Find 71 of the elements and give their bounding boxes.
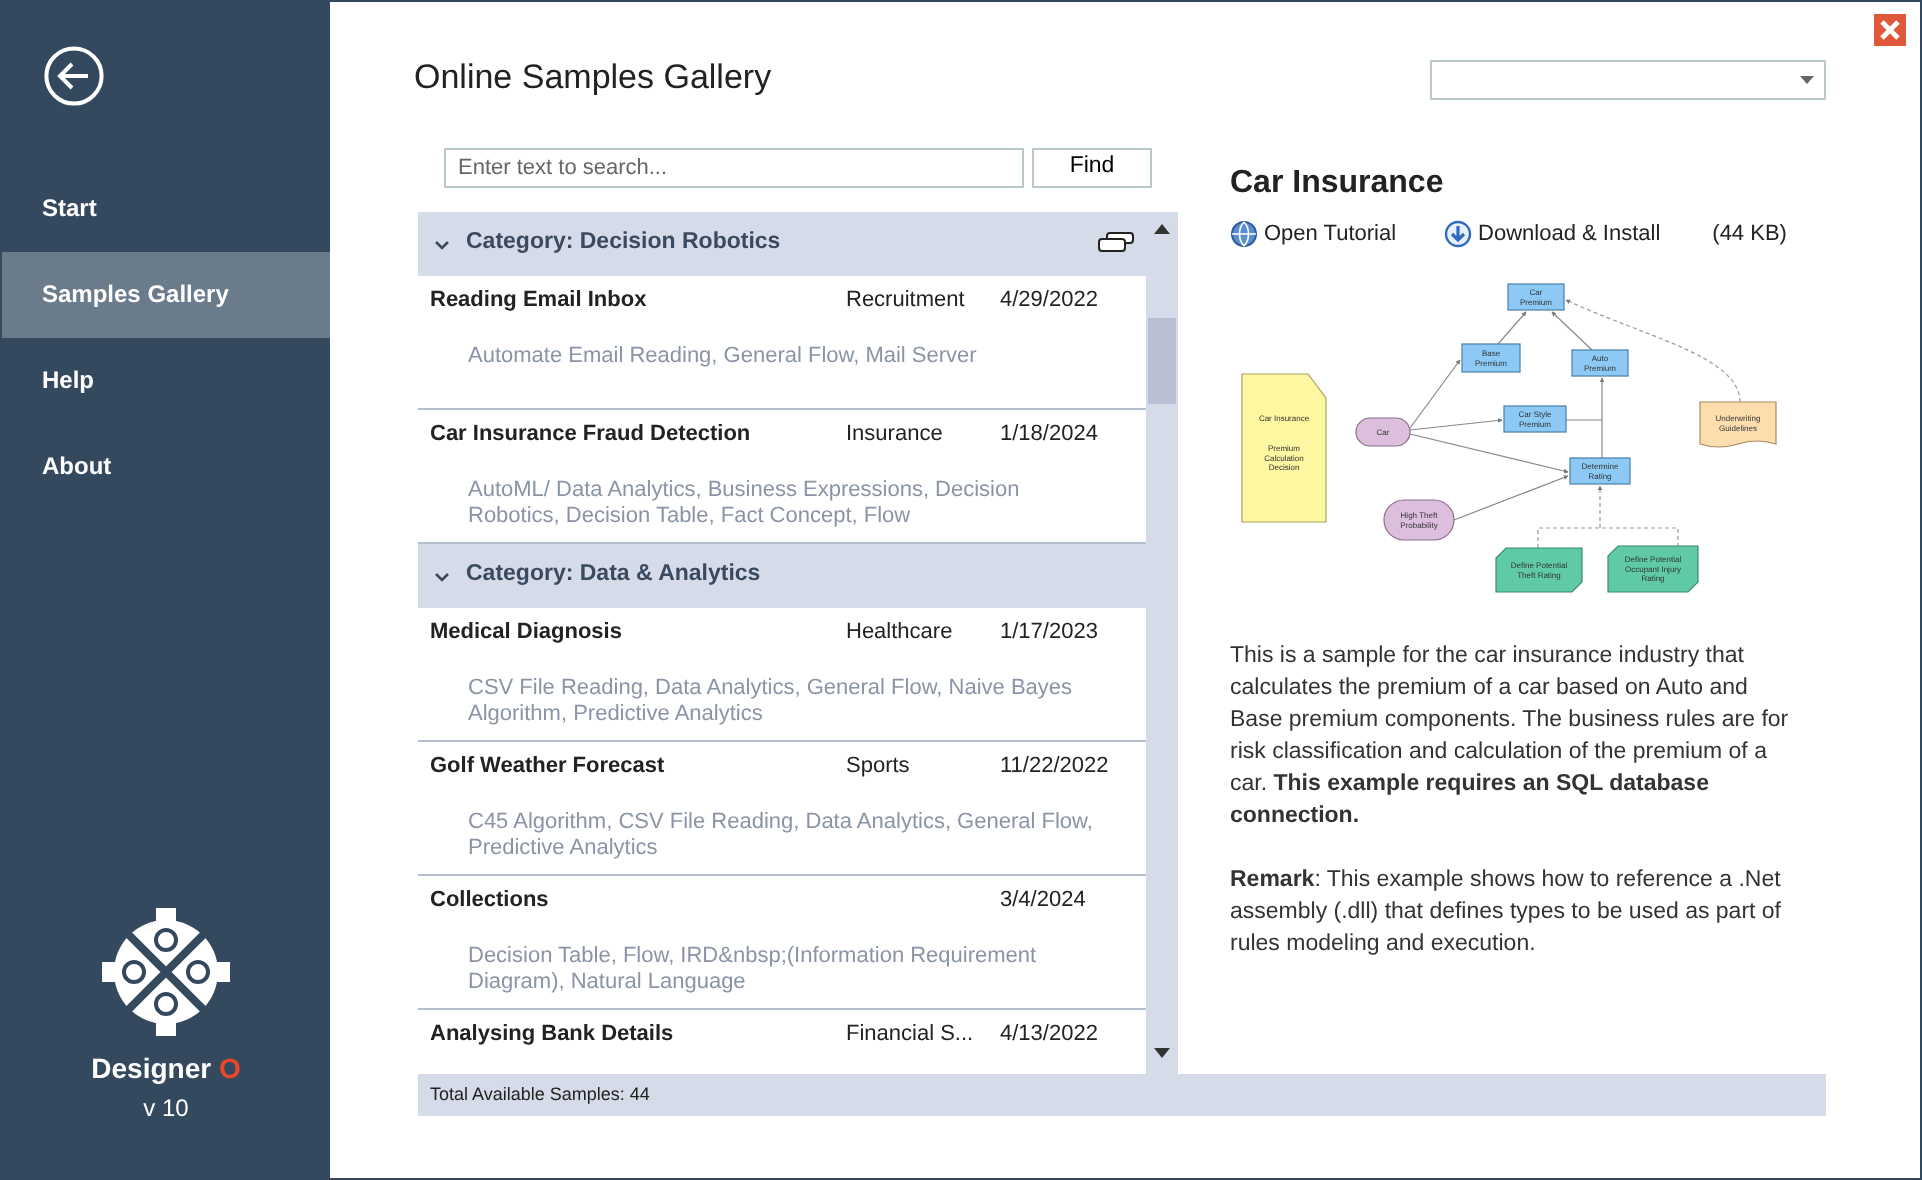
diagram-node — [1355, 416, 1411, 446]
dropdown-field[interactable] — [1430, 60, 1826, 100]
diagram-node — [1495, 546, 1583, 592]
diagram-node — [1571, 348, 1629, 376]
sample-name: Collections — [430, 886, 551, 916]
sample-row[interactable]: Medical Diagnosis Healthcare 1/17/2023 CSV File Reading, Data Analytics, General Flow, Naive Bayes Algorithm, Predictive Analytics — [418, 608, 1146, 742]
sample-industry: Recruitment — [846, 286, 967, 316]
link[interactable]: Open Tutorial — [1230, 218, 1397, 252]
sample-date: 4/29/2022 — [1000, 286, 1098, 316]
close-icon — [1880, 20, 1900, 40]
status-bar: Total Available Samples: 44 — [418, 1074, 1826, 1116]
link[interactable]: Download & Install — [1444, 218, 1661, 252]
sample-industry: Sports — [846, 752, 912, 782]
dashed-connector-line — [1537, 484, 1679, 548]
product-name: Designer O — [91, 1050, 241, 1088]
sample-tags: CSV File Reading, Data Analytics, General Flow, Naive Bayes Algorithm, Predictive Analytics — [468, 675, 1094, 727]
sample-tags: AutoML/ Data Analytics, Business Expressions, Decision Robotics, Decision Table, Fact Concept, Flow — [468, 477, 1094, 529]
sample-name: Golf Weather Forecast — [430, 752, 667, 782]
remark-text: Remark: This example shows how to reference a .Net assembly (.dll) that defines types to be used as part of rules modeling and execution. — [1230, 865, 1784, 960]
page-title: Online Samples Gallery — [414, 58, 772, 99]
connector-line — [1497, 310, 1527, 344]
connector-line — [1551, 310, 1593, 350]
sample-title: Car Insurance — [1230, 164, 1446, 203]
diagram-node — [1507, 282, 1565, 310]
sample-name: Reading Email Inbox — [430, 286, 649, 316]
collapse-all-icon[interactable] — [1098, 232, 1134, 252]
globe-icon — [1230, 220, 1258, 249]
find-button[interactable]: Find — [1032, 148, 1152, 188]
diagram-node — [1699, 400, 1777, 447]
sample-row[interactable]: Golf Weather Forecast Sports 11/22/2022 C45 Algorithm, CSV File Reading, Data Analytics, General Flow, Predictive Analytics — [418, 742, 1146, 876]
sample-date: 1/17/2023 — [1000, 618, 1098, 648]
sample-industry: Insurance — [846, 420, 945, 450]
sample-tags: Decision Table, Flow, IRD&nbsp;(Information Requirement Diagram), Natural Language — [468, 943, 1094, 995]
sidebar-item[interactable]: About — [2, 424, 330, 510]
diagram-node — [1569, 456, 1631, 484]
sidebar-item[interactable]: Help — [2, 338, 330, 424]
scroll-up-arrow-icon[interactable] — [1154, 224, 1170, 234]
diagram-node — [1461, 342, 1521, 372]
sample-row[interactable]: Car Insurance Fraud Detection Insurance 1/18/2024 AutoML/ Data Analytics, Business Expressions, Decision Robotics, Decision Table, Fact Concept, Flow — [418, 410, 1146, 544]
sample-tags: Automate Email Reading, General Flow, Mail Server — [468, 343, 1094, 369]
sample-date: 11/22/2022 — [1000, 752, 1109, 782]
version-label: v 10 — [143, 1092, 189, 1126]
scrollbar-thumb[interactable] — [1148, 318, 1176, 404]
diagram-node — [1503, 404, 1567, 432]
sample-row[interactable]: Collections 3/4/2024 Decision Table, Flow, IRD&nbsp;(Information Requirement Diagram), Natural Language — [418, 876, 1146, 1010]
sample-industry: Healthcare — [846, 618, 955, 648]
diagram-node — [1607, 544, 1699, 592]
sample-name: Analysing Bank Details — [430, 1020, 676, 1050]
description-text: This is a sample for the car insurance industry that calculates the premium of a car based on Auto and Base premium components. The business rules are for risk classification and calculation of the premium of a car. This example requires an SQL database connection. — [1230, 641, 1791, 832]
sample-row[interactable]: Analysing Bank Details Financial S... 4/13/2022 — [418, 1010, 1146, 1074]
gear-logo-icon — [98, 904, 234, 1040]
close-button[interactable] — [1874, 14, 1906, 46]
sidebar-item[interactable]: Start — [2, 166, 330, 252]
category-title: Category: Data & Analytics — [466, 560, 761, 591]
sample-name: Car Insurance Fraud Detection — [430, 420, 753, 450]
category-title: Category: Decision Robotics — [466, 228, 781, 259]
sample-industry: Financial S... — [846, 1020, 976, 1050]
sidebar-item[interactable]: Samples Gallery — [2, 252, 330, 338]
file-size: (44 KB) — [1712, 220, 1787, 251]
sample-row[interactable]: Reading Email Inbox Recruitment 4/29/2022 Automate Email Reading, General Flow, Mail Server — [418, 276, 1146, 410]
diagram-node — [1383, 498, 1455, 540]
sample-date: 1/18/2024 — [1000, 420, 1098, 450]
download-icon — [1444, 220, 1473, 249]
sample-date: 4/13/2022 — [1000, 1020, 1098, 1050]
sample-date: 3/4/2024 — [1000, 886, 1086, 916]
sample-name: Medical Diagnosis — [430, 618, 624, 648]
connector-line — [1453, 474, 1569, 520]
caret-icon — [1800, 76, 1814, 84]
search-field[interactable]: Enter text to search... — [444, 148, 1024, 188]
scroll-down-arrow-icon[interactable] — [1154, 1048, 1170, 1058]
sample-tags: C45 Algorithm, CSV File Reading, Data Analytics, General Flow, Predictive Analytics — [468, 809, 1094, 861]
